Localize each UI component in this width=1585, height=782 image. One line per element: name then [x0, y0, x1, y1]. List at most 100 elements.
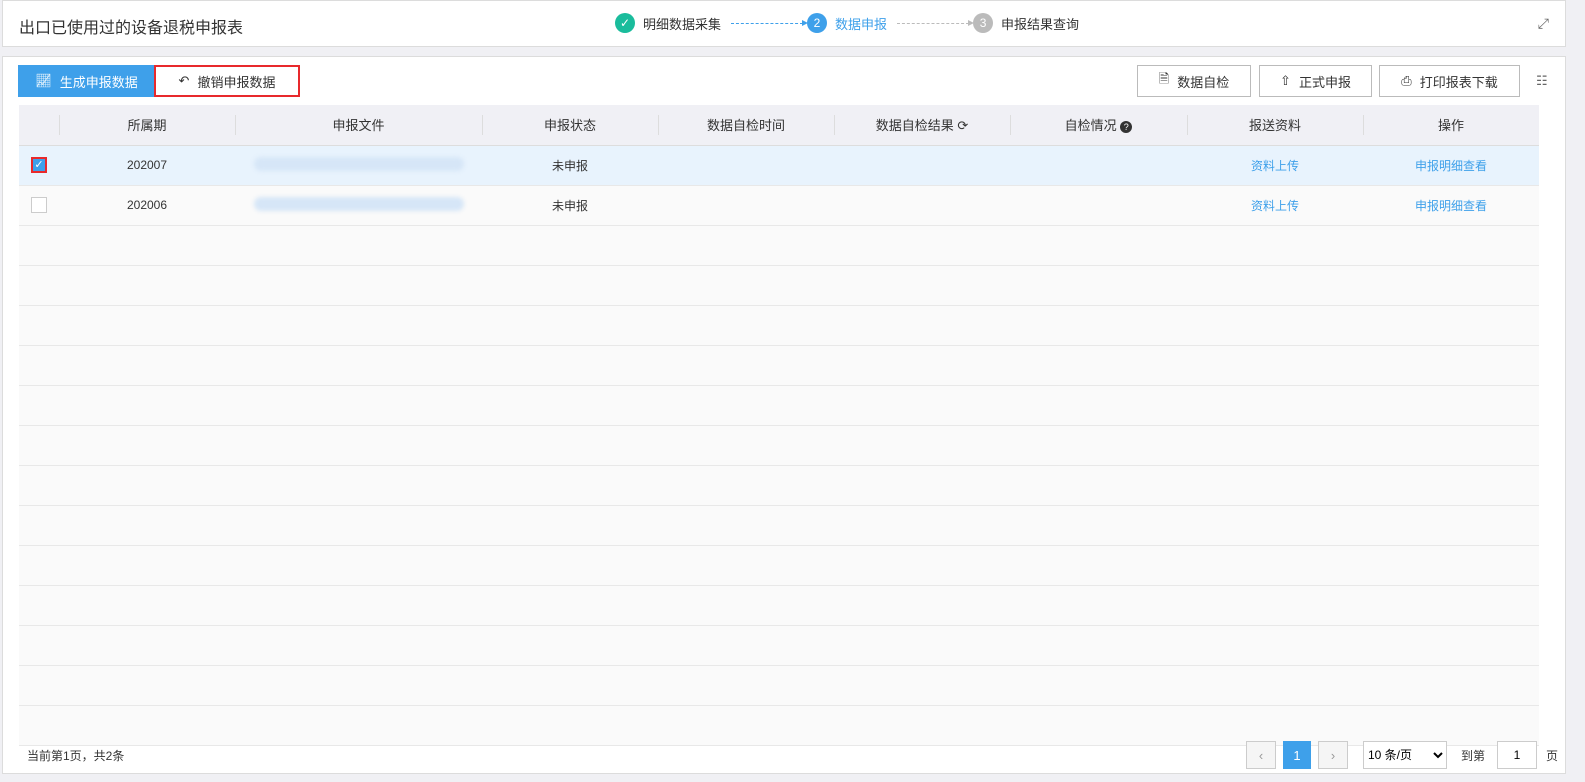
step-arrow: [731, 19, 809, 26]
row-checkbox-cell: ✓: [19, 145, 59, 186]
empty-row: [19, 345, 1539, 386]
printer-icon: ⎙: [1401, 73, 1412, 88]
pagination-summary: 当前第1页，共2条: [27, 749, 125, 763]
button-label: 撤销申报数据: [197, 74, 276, 90]
next-page-button[interactable]: ›: [1318, 741, 1348, 769]
check-status-cell: [1010, 185, 1187, 226]
print-button[interactable]: ⎙ 打印报表下载: [1379, 65, 1520, 97]
declaration-table: 所属期 申报文件 申报状态 数据自检时间 数据自检结果 ⟳ 自检情况 ? 报送资…: [19, 105, 1539, 746]
empty-row: [19, 705, 1539, 746]
page-size-select[interactable]: 10 条/页: [1363, 741, 1447, 769]
file-cell: [235, 145, 482, 186]
empty-row: [19, 225, 1539, 266]
action-cell: 申报明细查看: [1363, 145, 1539, 186]
action-cell: 申报明细查看: [1363, 185, 1539, 226]
step-label: 申报结果查询: [1001, 16, 1080, 32]
blurred-filename: [253, 196, 464, 211]
goto-label: 到第: [1461, 749, 1486, 763]
selfcheck-button[interactable]: 🗎 数据自检: [1137, 65, 1251, 97]
page-title: 出口已使用过的设备退税申报表: [19, 20, 244, 37]
header-label: 数据自检结果: [875, 118, 954, 134]
empty-cell: [19, 225, 1539, 266]
step-label: 数据申报: [835, 16, 888, 32]
view-detail-link[interactable]: 申报明细查看: [1415, 199, 1487, 213]
empty-cell: [19, 585, 1539, 626]
blurred-filename: [253, 156, 464, 171]
undo-doc-icon: ↶: [178, 73, 190, 88]
empty-cell: [19, 705, 1539, 746]
upload-link[interactable]: 资料上传: [1251, 159, 1299, 173]
prev-page-button[interactable]: ‹: [1246, 741, 1276, 769]
chart-icon: 📈︎: [35, 73, 52, 88]
status-cell: 未申报: [482, 145, 658, 186]
page-header: 出口已使用过的设备退税申报表 ✓ 明细数据采集 2 数据申报 3 申报结果查询 ⤢: [2, 0, 1566, 47]
step-1[interactable]: ✓ 明细数据采集: [615, 13, 721, 33]
page-unit-label: 页: [1546, 749, 1559, 763]
file-cell: [235, 185, 482, 226]
page-1-button[interactable]: 1: [1283, 741, 1311, 769]
empty-row: [19, 625, 1539, 666]
empty-row: [19, 665, 1539, 706]
column-header: 自检情况 ?: [1010, 105, 1187, 146]
empty-cell: [19, 345, 1539, 386]
period-cell: 202007: [59, 145, 235, 186]
check-result-cell: [834, 145, 1010, 186]
empty-row: [19, 585, 1539, 626]
check-circle-icon: ✓: [615, 13, 635, 33]
empty-cell: [19, 665, 1539, 706]
refresh-icon[interactable]: ⟳: [957, 118, 968, 133]
empty-cell: [19, 385, 1539, 426]
step-indicator: ✓ 明细数据采集 2 数据申报 3 申报结果查询: [615, 13, 1079, 33]
check-status-cell: [1010, 145, 1187, 186]
submit-button[interactable]: ⇧ 正式申报: [1259, 65, 1372, 97]
period-cell: 202006: [59, 185, 235, 226]
column-header: 数据自检结果 ⟳: [834, 105, 1010, 146]
upload-link[interactable]: 资料上传: [1251, 199, 1299, 213]
upload-cell: 资料上传: [1187, 185, 1363, 226]
empty-row: [19, 385, 1539, 426]
column-header: 所属期: [59, 105, 235, 146]
empty-cell: [19, 625, 1539, 666]
column-header: 操作: [1363, 105, 1539, 146]
column-settings-icon[interactable]: ☷: [1536, 73, 1548, 89]
row-checkbox-cell: [19, 185, 59, 226]
button-label: 生成申报数据: [59, 74, 138, 90]
step-number: 3: [973, 13, 994, 33]
column-header: 申报文件: [235, 105, 482, 146]
step-number: 2: [807, 13, 828, 33]
button-label: 打印报表下载: [1419, 74, 1498, 90]
upload-cloud-icon: ⇧: [1280, 73, 1291, 88]
row-checkbox[interactable]: ✓: [31, 157, 47, 173]
goto-page-input[interactable]: [1497, 741, 1537, 769]
help-icon[interactable]: ?: [1120, 121, 1133, 134]
table-row[interactable]: ✓ 202007 未申报 资料上传 申报明细查看: [19, 145, 1539, 186]
empty-cell: [19, 305, 1539, 346]
step-label: 明细数据采集: [643, 16, 722, 32]
table-row[interactable]: 202006 未申报 资料上传 申报明细查看: [19, 185, 1539, 226]
button-label: 正式申报: [1298, 74, 1351, 90]
empty-row: [19, 305, 1539, 346]
doc-check-icon: 🗎: [1158, 71, 1170, 86]
upload-cell: 资料上传: [1187, 145, 1363, 186]
empty-cell: [19, 545, 1539, 586]
check-time-cell: [658, 145, 834, 186]
row-checkbox[interactable]: [31, 197, 47, 213]
empty-row: [19, 545, 1539, 586]
fullscreen-icon[interactable]: ⤢: [1538, 15, 1549, 32]
step-2[interactable]: 2 数据申报: [807, 13, 887, 33]
empty-row: [19, 265, 1539, 306]
column-header: 报送资料: [1187, 105, 1363, 146]
generate-button[interactable]: 📈︎ 生成申报数据: [18, 65, 155, 97]
view-detail-link[interactable]: 申报明细查看: [1415, 159, 1487, 173]
check-result-cell: [834, 185, 1010, 226]
revoke-button[interactable]: ↶ 撤销申报数据: [154, 65, 300, 97]
empty-cell: [19, 505, 1539, 546]
main-panel: 📈︎ 生成申报数据 ↶ 撤销申报数据 🗎 数据自检 ⇧ 正式申报 ⎙ 打印报表下载 ☷ 所…: [2, 56, 1566, 774]
status-cell: 未申报: [482, 185, 658, 226]
step-arrow: [897, 19, 975, 26]
check-time-cell: [658, 185, 834, 226]
empty-cell: [19, 465, 1539, 506]
column-header: 数据自检时间: [658, 105, 834, 146]
step-3[interactable]: 3 申报结果查询: [973, 13, 1079, 33]
header-label: 自检情况: [1064, 118, 1117, 134]
